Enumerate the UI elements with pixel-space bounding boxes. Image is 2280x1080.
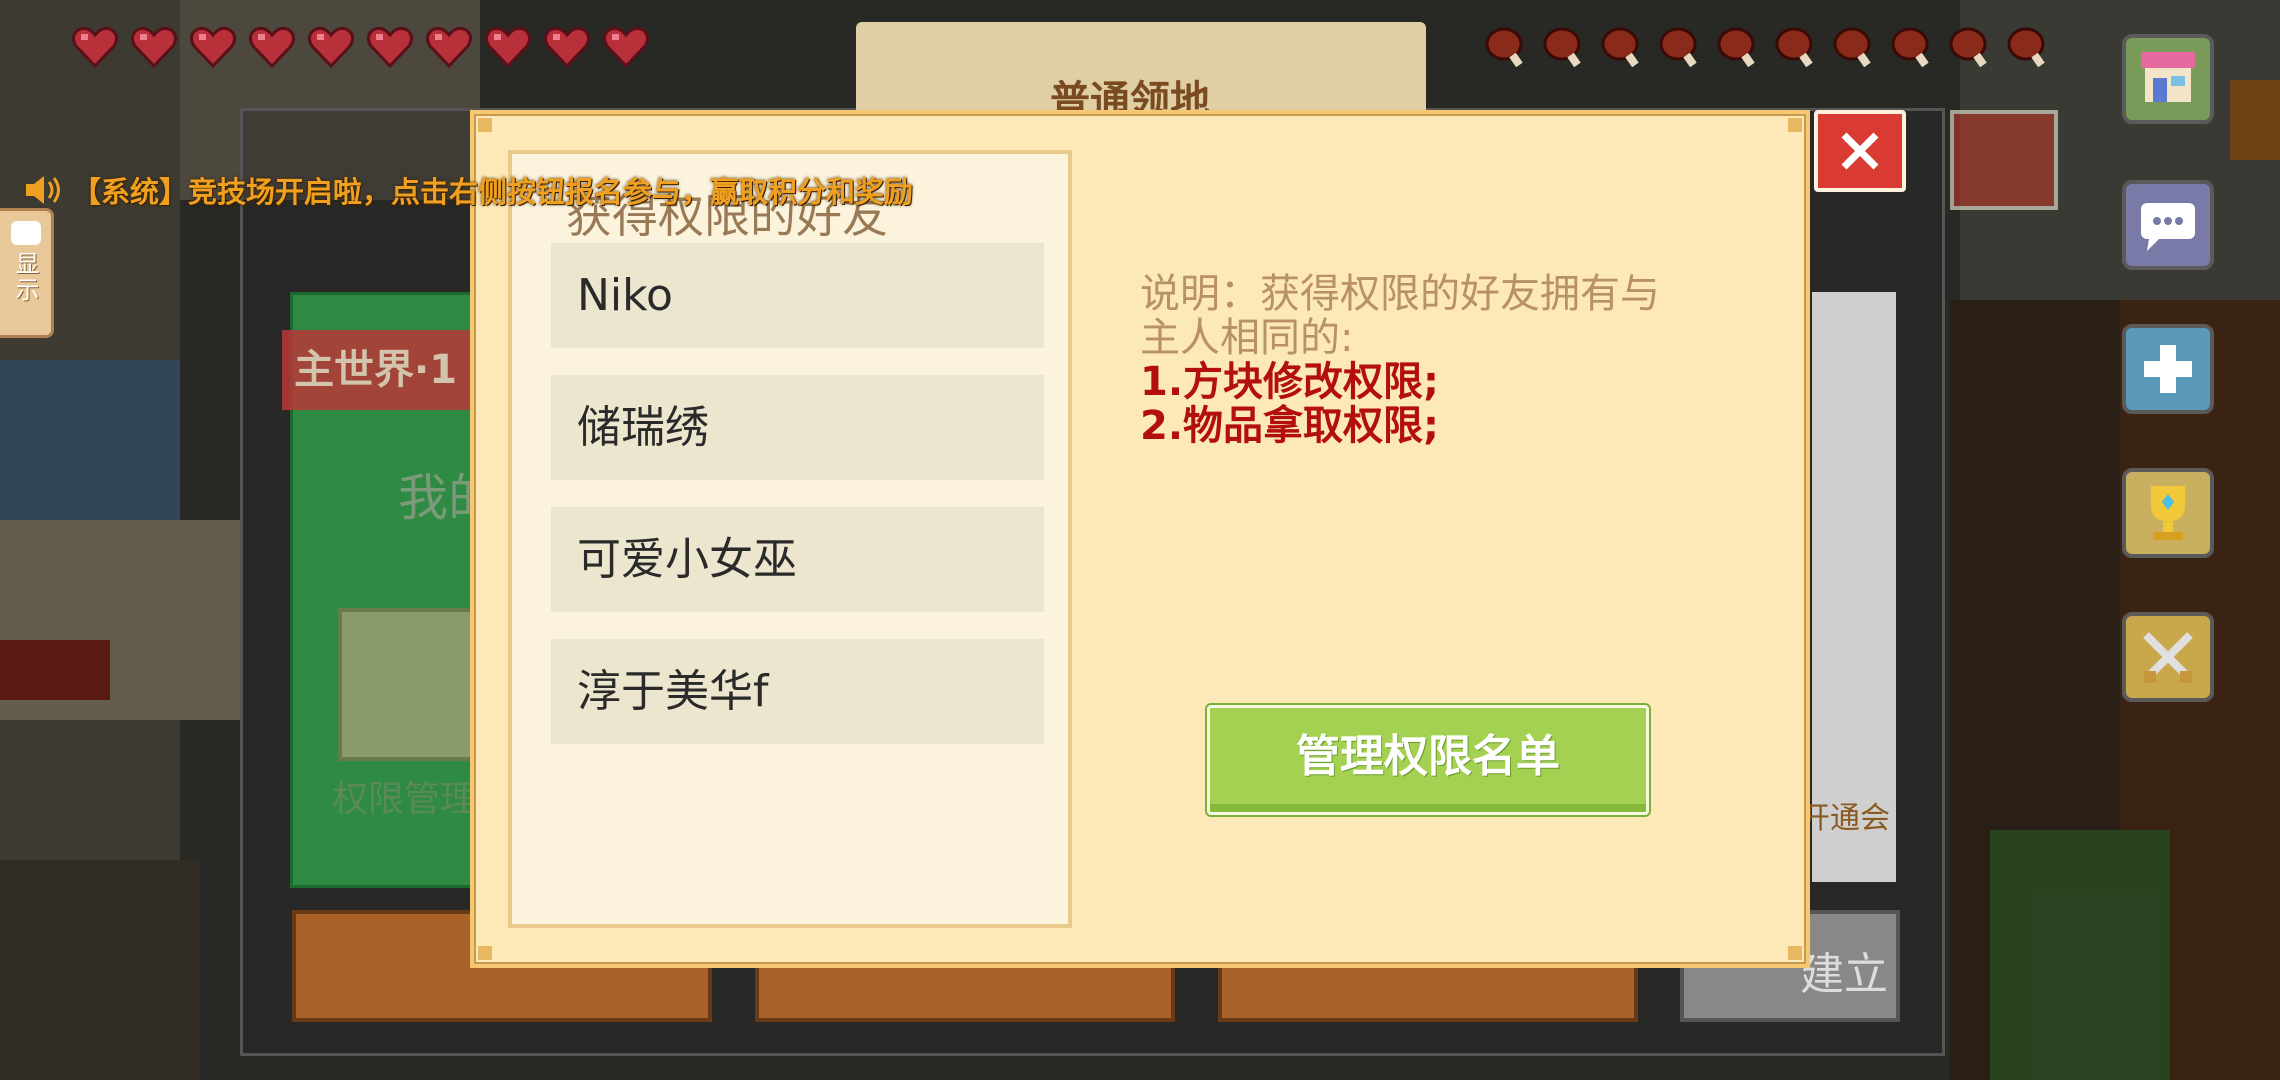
heart-icon <box>130 26 178 69</box>
shop-button[interactable] <box>2122 34 2214 124</box>
heart-icon <box>484 26 532 69</box>
open-text: 开通会 <box>1800 801 1890 836</box>
dialog-corner-decor <box>478 946 492 960</box>
heart-icon <box>307 26 355 69</box>
chat-bubble-icon <box>10 221 41 245</box>
manage-permission-list-button[interactable]: 管理权限名单 <box>1205 703 1651 817</box>
shop-icon <box>2141 52 2195 102</box>
meat-icon <box>1775 27 1813 68</box>
meat-icon <box>2007 27 2045 68</box>
heart-icon <box>189 26 237 69</box>
bottom-right-button-label: 建立 <box>1800 949 1888 1000</box>
description-item-1: 1.方块修改权限; <box>1140 359 1440 405</box>
heart-icon <box>248 26 296 69</box>
meat-icon <box>1485 27 1523 68</box>
arena-trophy-button[interactable] <box>2122 468 2214 558</box>
meat-icon <box>1543 27 1581 68</box>
dialog-close-button[interactable] <box>1814 110 1906 192</box>
pvp-button[interactable] <box>2122 612 2214 702</box>
meat-icon <box>1833 27 1871 68</box>
dialog-corner-decor <box>478 118 492 132</box>
chat-icon <box>2141 203 2195 251</box>
add-button[interactable] <box>2122 324 2214 414</box>
chat-display-tab[interactable]: 显示 <box>0 208 54 338</box>
meat-icon <box>1601 27 1639 68</box>
heart-icon <box>366 26 414 69</box>
meat-icon <box>1949 27 1987 68</box>
description-item-2: 2.物品拿取权限; <box>1140 403 1440 449</box>
friend-item[interactable]: 淳于美华f <box>551 639 1044 744</box>
dialog-corner-decor <box>1788 946 1802 960</box>
system-notice-text: 【系统】竞技场开启啦，点击右侧按钮报名参与，赢取积分和奖励 <box>72 175 914 209</box>
trophy-icon <box>2151 486 2185 540</box>
chat-button[interactable] <box>2122 180 2214 270</box>
world-tag: 主世界·1 <box>282 330 472 410</box>
dialog-corner-decor <box>1788 118 1802 132</box>
speaker-icon <box>26 176 60 204</box>
permission-label: 权限管理 <box>332 779 477 820</box>
friend-item[interactable]: Niko <box>551 243 1044 348</box>
hunger-bar <box>1482 22 2054 72</box>
close-icon <box>1841 132 1879 170</box>
meat-icon <box>1717 27 1755 68</box>
permission-description: 说明：获得权限的好友拥有与 主人相同的: 1.方块修改权限; 2.物品拿取权限; <box>1140 272 1740 448</box>
meat-icon <box>1659 27 1697 68</box>
heart-icon <box>425 26 473 69</box>
heart-icon <box>543 26 591 69</box>
system-notice: 【系统】竞技场开启啦，点击右侧按钮报名参与，赢取积分和奖励 <box>22 170 913 210</box>
description-line-1: 说明：获得权限的好友拥有与 <box>1140 271 1660 317</box>
health-bar <box>70 22 651 72</box>
plus-icon <box>2144 345 2192 393</box>
friend-item[interactable]: 可爱小女巫 <box>551 507 1044 612</box>
description-line-2: 主人相同的: <box>1140 315 1354 361</box>
key-icon <box>338 608 486 761</box>
friend-item[interactable]: 储瑞绣 <box>551 375 1044 480</box>
side-tab-label: 显示 <box>11 251 39 303</box>
swords-icon <box>2143 632 2193 683</box>
meat-icon <box>1891 27 1929 68</box>
heart-icon <box>602 26 650 69</box>
heart-icon <box>71 26 119 69</box>
territory-close-button[interactable] <box>1950 110 2058 210</box>
